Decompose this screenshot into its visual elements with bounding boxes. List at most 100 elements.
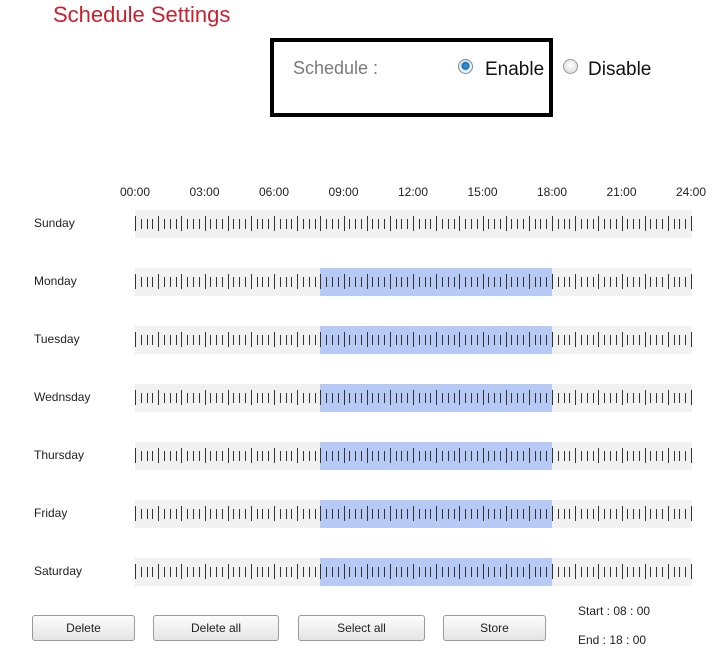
quarter-tick	[257, 451, 258, 461]
hour-tick	[691, 390, 692, 405]
quarter-tick	[262, 277, 263, 287]
day-timeline-sunday[interactable]	[135, 210, 692, 238]
quarter-tick	[372, 451, 373, 461]
quarter-tick	[286, 277, 287, 287]
quarter-tick	[419, 567, 420, 577]
store-button[interactable]: Store	[443, 615, 546, 641]
quarter-tick	[517, 393, 518, 403]
disable-radio[interactable]	[563, 59, 578, 74]
hour-tick	[459, 332, 460, 347]
delete-button[interactable]: Delete	[32, 615, 135, 641]
quarter-tick	[199, 509, 200, 519]
hour-tick	[529, 390, 530, 405]
hour-tick	[529, 216, 530, 231]
hour-tick	[135, 216, 136, 231]
quarter-tick	[564, 509, 565, 519]
enable-radio-label[interactable]: Enable	[485, 59, 544, 81]
day-timeline-monday[interactable]	[135, 268, 692, 296]
delete-all-button[interactable]: Delete all	[153, 615, 279, 641]
quarter-tick	[326, 219, 327, 229]
quarter-tick	[564, 335, 565, 345]
quarter-tick	[656, 509, 657, 519]
hour-tick	[668, 448, 669, 463]
quarter-tick	[233, 335, 234, 345]
quarter-tick	[170, 277, 171, 287]
quarter-tick	[407, 509, 408, 519]
quarter-tick	[593, 335, 594, 345]
quarter-tick	[674, 509, 675, 519]
hour-tick	[251, 448, 252, 463]
hour-tick	[552, 448, 553, 463]
quarter-tick	[239, 451, 240, 461]
quarter-tick	[581, 277, 582, 287]
quarter-tick	[679, 509, 680, 519]
hour-tick	[274, 390, 275, 405]
quarter-tick	[233, 567, 234, 577]
hour-tick	[413, 216, 414, 231]
hour-tick	[668, 564, 669, 579]
quarter-tick	[210, 567, 211, 577]
hour-tick	[205, 390, 206, 405]
quarter-tick	[454, 335, 455, 345]
quarter-tick	[401, 451, 402, 461]
quarter-tick	[650, 451, 651, 461]
hour-tick	[668, 274, 669, 289]
quarter-tick	[401, 393, 402, 403]
disable-radio-label[interactable]: Disable	[588, 59, 651, 81]
quarter-tick	[216, 277, 217, 287]
quarter-tick	[268, 393, 269, 403]
hour-tick	[483, 274, 484, 289]
quarter-tick	[587, 451, 588, 461]
quarter-tick	[309, 509, 310, 519]
day-timeline-tuesday[interactable]	[135, 326, 692, 354]
select-all-button[interactable]: Select all	[298, 615, 425, 641]
quarter-tick	[239, 567, 240, 577]
quarter-tick	[239, 393, 240, 403]
quarter-tick	[517, 509, 518, 519]
quarter-tick	[262, 567, 263, 577]
hour-tick	[506, 216, 507, 231]
day-timeline-wednsday[interactable]	[135, 384, 692, 412]
quarter-tick	[500, 451, 501, 461]
quarter-tick	[268, 451, 269, 461]
quarter-tick	[303, 393, 304, 403]
quarter-tick	[338, 277, 339, 287]
quarter-tick	[662, 393, 663, 403]
hour-tick	[691, 332, 692, 347]
quarter-tick	[176, 393, 177, 403]
hour-tick	[181, 216, 182, 231]
quarter-tick	[627, 393, 628, 403]
quarter-tick	[564, 451, 565, 461]
hour-tick	[181, 564, 182, 579]
quarter-tick	[332, 277, 333, 287]
quarter-tick	[332, 451, 333, 461]
quarter-tick	[141, 219, 142, 229]
quarter-tick	[384, 335, 385, 345]
hour-tick	[668, 390, 669, 405]
quarter-tick	[239, 219, 240, 229]
quarter-tick	[257, 335, 258, 345]
quarter-tick	[540, 393, 541, 403]
quarter-tick	[419, 277, 420, 287]
quarter-tick	[650, 567, 651, 577]
day-timeline-friday[interactable]	[135, 500, 692, 528]
quarter-tick	[176, 277, 177, 287]
hour-tick	[622, 274, 623, 289]
end-time: End : 18 : 00	[578, 633, 647, 647]
enable-radio[interactable]	[458, 59, 473, 74]
hour-tick	[459, 506, 460, 521]
quarter-tick	[674, 219, 675, 229]
quarter-tick	[401, 277, 402, 287]
day-timeline-saturday[interactable]	[135, 558, 692, 586]
quarter-tick	[430, 277, 431, 287]
quarter-tick	[216, 219, 217, 229]
hour-tick	[552, 332, 553, 347]
hour-tick	[552, 564, 553, 579]
quarter-tick	[372, 567, 373, 577]
hour-tick	[459, 390, 460, 405]
day-timeline-thursday[interactable]	[135, 442, 692, 470]
quarter-tick	[616, 393, 617, 403]
quarter-tick	[662, 451, 663, 461]
quarter-tick	[535, 219, 536, 229]
quarter-tick	[535, 509, 536, 519]
